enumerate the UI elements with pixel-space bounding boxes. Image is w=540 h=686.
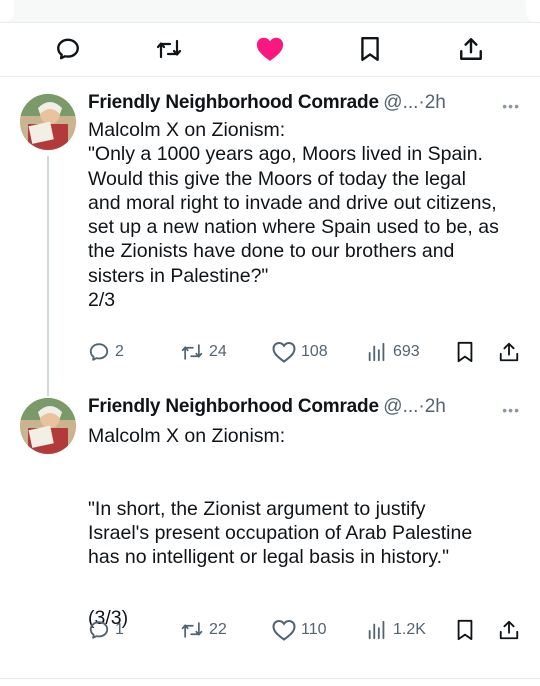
tweet-header: Friendly Neighborhood Comrade @...·2h ••… xyxy=(88,396,520,422)
reply-icon xyxy=(89,343,109,361)
text-line: "Only a 1000 years ago, Moors lived in S… xyxy=(88,143,483,166)
text-line: has no intelligent or legal basis in his… xyxy=(88,546,450,569)
more-options-icon[interactable]: ••• xyxy=(502,402,520,418)
text-line: set up a new nation where Spain used to … xyxy=(88,216,499,239)
like-count-button[interactable]: 108 xyxy=(272,340,328,364)
view-count: 1.2K xyxy=(393,621,426,638)
retweet-icon xyxy=(181,344,203,360)
retweet-count-button[interactable]: 22 xyxy=(180,618,227,642)
avatar[interactable] xyxy=(20,94,76,150)
like-count: 108 xyxy=(301,343,328,360)
retweet-icon xyxy=(156,39,182,59)
avatar[interactable] xyxy=(20,398,76,454)
share-button[interactable] xyxy=(498,340,525,364)
like-button[interactable] xyxy=(255,34,285,64)
reply-count: 1 xyxy=(115,621,124,638)
text-line: Malcolm X on Zionism: xyxy=(88,119,286,141)
share-icon xyxy=(499,620,519,640)
text-line: the Zionists have done to our brothers a… xyxy=(88,240,455,263)
reply-count: 2 xyxy=(115,343,124,360)
like-icon xyxy=(272,619,296,641)
retweet-count: 24 xyxy=(209,343,227,360)
bookmark-icon xyxy=(457,341,473,363)
bookmark-button[interactable] xyxy=(355,34,385,64)
retweet-button[interactable] xyxy=(154,34,184,64)
text-line: Israel's present occupation of Arab Pale… xyxy=(88,521,473,544)
tweet-2-of-3[interactable]: Friendly Neighborhood Comrade @...·2h ••… xyxy=(0,76,540,396)
text-line: and moral right to invade and drive out … xyxy=(88,191,497,214)
avatar-image xyxy=(20,398,76,454)
like-icon-filled xyxy=(256,37,284,61)
text-line: Malcolm X on Zionism: xyxy=(88,425,286,447)
tweet-text: Malcolm X on Zionism: "Only a 1000 years… xyxy=(88,118,528,312)
user-handle[interactable]: @... xyxy=(383,92,418,113)
analytics-icon xyxy=(368,342,385,362)
focused-tweet-actions xyxy=(0,28,540,68)
reply-icon xyxy=(89,621,109,639)
like-count-button[interactable]: 110 xyxy=(272,618,327,642)
display-name[interactable]: Friendly Neighborhood Comrade xyxy=(88,92,379,113)
timestamp[interactable]: 2h xyxy=(425,396,446,417)
view-count-button[interactable]: 1.2K xyxy=(366,618,426,642)
corner-right xyxy=(526,0,540,22)
tweet-header: Friendly Neighborhood Comrade @...·2h ••… xyxy=(88,92,520,118)
reply-button[interactable] xyxy=(53,34,83,64)
bookmark-icon xyxy=(457,619,473,641)
text-line: Would this give the Moors of today the l… xyxy=(88,167,466,190)
like-icon xyxy=(272,341,296,363)
avatar-image xyxy=(20,94,76,150)
more-options-icon[interactable]: ••• xyxy=(502,98,520,114)
reply-count-button[interactable]: 2 xyxy=(88,340,124,364)
text-line: sisters in Palestine?" xyxy=(88,264,269,287)
tweet-3-of-3[interactable]: Friendly Neighborhood Comrade @...·2h ••… xyxy=(0,382,540,672)
bookmark-icon xyxy=(361,36,379,62)
previous-tweet-edge xyxy=(0,0,540,23)
user-handle[interactable]: @... xyxy=(383,396,418,417)
tweet-metrics: 1 22 110 1.2K xyxy=(88,618,528,642)
bookmark-button[interactable] xyxy=(456,340,479,364)
divider xyxy=(0,678,540,679)
reply-icon xyxy=(57,38,79,60)
tweet-metrics: 2 24 108 693 xyxy=(88,340,528,364)
corner-left xyxy=(0,0,14,22)
share-icon xyxy=(460,38,482,60)
retweet-count: 22 xyxy=(209,621,227,638)
analytics-icon xyxy=(368,620,385,640)
tweet-text: Malcolm X on Zionism: "In short, the Zio… xyxy=(88,424,528,630)
retweet-count-button[interactable]: 24 xyxy=(180,340,227,364)
retweet-icon xyxy=(181,622,203,638)
display-name[interactable]: Friendly Neighborhood Comrade xyxy=(88,396,379,417)
timestamp[interactable]: 2h xyxy=(425,92,446,113)
text-line: "In short, the Zionist argument to justi… xyxy=(88,497,426,520)
view-count: 693 xyxy=(393,343,420,360)
share-button[interactable] xyxy=(456,34,486,64)
thread-line xyxy=(47,156,49,396)
text-line: 2/3 xyxy=(88,289,116,312)
share-icon xyxy=(499,342,519,362)
like-count: 110 xyxy=(301,621,327,638)
view-count-button[interactable]: 693 xyxy=(366,340,420,364)
bookmark-button[interactable] xyxy=(456,618,479,642)
reply-count-button[interactable]: 1 xyxy=(88,618,124,642)
share-button[interactable] xyxy=(498,618,525,642)
